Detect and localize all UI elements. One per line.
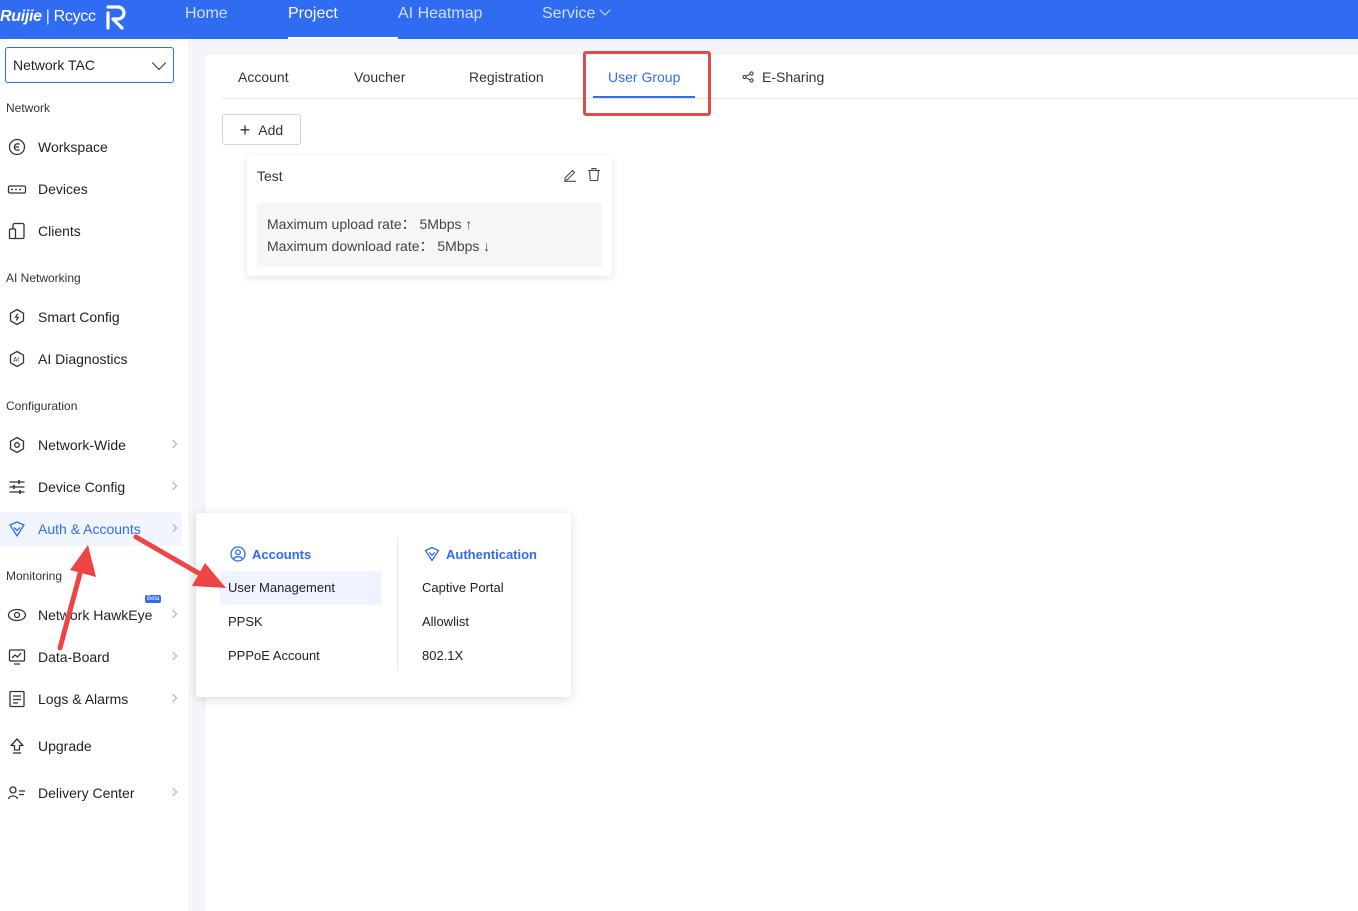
brand-name: Ruijie: [0, 8, 42, 25]
tab-bar: Account Voucher Registration User Group …: [222, 55, 1358, 99]
chevron-right-icon: [168, 609, 178, 619]
project-select-value: Network TAC: [13, 57, 95, 73]
menu-item-captive-portal[interactable]: Captive Portal: [414, 571, 554, 605]
chevron-right-icon: [168, 481, 178, 491]
auth-accounts-icon: [6, 518, 28, 540]
user-group-name: Test: [257, 168, 283, 184]
devices-icon: [6, 178, 28, 200]
brand-logo[interactable]: Ruijie | Rcycc: [0, 3, 128, 31]
clients-icon: [6, 220, 28, 242]
nav-ai-heatmap[interactable]: AI Heatmap: [398, 0, 542, 39]
device-config-icon: [6, 476, 28, 498]
edit-icon[interactable]: [563, 168, 577, 182]
ai-diagnostics-icon: AI: [6, 348, 28, 370]
add-button[interactable]: + Add: [222, 114, 301, 145]
chevron-right-icon: [168, 693, 178, 703]
section-configuration: Configuration: [6, 399, 78, 413]
accounts-heading: Accounts: [230, 546, 311, 562]
flyout-divider: [397, 537, 398, 671]
sidebar-item-logs-alarms[interactable]: Logs & Alarms: [0, 682, 182, 716]
menu-item-allowlist[interactable]: Allowlist: [414, 605, 554, 639]
download-rate: Maximum download rate： 5Mbps ↓: [267, 238, 491, 254]
hawkeye-icon: [6, 604, 28, 626]
nav-home[interactable]: Home: [185, 0, 288, 39]
top-nav: Home Project AI Heatmap Service: [185, 0, 632, 39]
user-group-card: Test Maximum upload rate： 5Mbps ↑ Maximu…: [247, 156, 612, 276]
menu-item-802-1x[interactable]: 802.1X: [414, 639, 554, 673]
section-ai-networking: AI Networking: [6, 271, 81, 285]
project-select[interactable]: Network TAC: [5, 47, 174, 83]
upgrade-icon: [6, 735, 28, 757]
network-wide-icon: [6, 434, 28, 456]
sidebar-item-network-hawkeye[interactable]: Network HawkEye Beta: [0, 595, 182, 632]
brand-mark-icon: [106, 5, 126, 30]
sidebar-item-auth-accounts[interactable]: Auth & Accounts: [0, 512, 182, 546]
logs-alarms-icon: [6, 688, 28, 710]
top-bar: Ruijie | Rcycc Home Project AI Heatmap S…: [0, 0, 1358, 39]
data-board-icon: [6, 646, 28, 668]
sidebar-item-devices[interactable]: Devices: [0, 172, 182, 206]
nav-service[interactable]: Service: [542, 0, 632, 39]
chevron-right-icon: [168, 787, 178, 797]
menu-item-user-management[interactable]: User Management: [220, 571, 381, 605]
sidebar-item-upgrade[interactable]: Upgrade: [0, 729, 182, 763]
sidebar-item-delivery-center[interactable]: Delivery Center: [0, 776, 182, 810]
rate-info: Maximum upload rate： 5Mbps ↑ Maximum dow…: [257, 203, 602, 267]
svg-text:AI: AI: [13, 357, 19, 364]
sidebar-item-smart-config[interactable]: Smart Config: [0, 300, 182, 334]
sidebar-item-device-config[interactable]: Device Config: [0, 470, 182, 504]
brand-separator: |: [45, 8, 50, 25]
tab-voucher[interactable]: Voucher: [354, 69, 405, 85]
user-circle-icon: [230, 546, 246, 562]
chevron-right-icon: [168, 523, 178, 533]
shield-icon: [424, 546, 440, 562]
sidebar-item-data-board[interactable]: Data-Board: [0, 640, 182, 674]
sidebar-item-clients[interactable]: Clients: [0, 214, 182, 248]
smart-config-icon: [6, 306, 28, 328]
delivery-center-icon: [6, 782, 28, 804]
menu-item-ppsk[interactable]: PPSK: [220, 605, 381, 639]
brand-product: Rcycc: [53, 8, 96, 25]
sidebar-item-workspace[interactable]: Workspace: [0, 130, 182, 164]
authentication-heading: Authentication: [424, 546, 537, 562]
menu-item-pppoe-account[interactable]: PPPoE Account: [220, 639, 381, 673]
plus-icon: +: [239, 119, 251, 140]
share-icon: [742, 71, 754, 83]
tab-account[interactable]: Account: [238, 69, 289, 85]
chevron-right-icon: [168, 439, 178, 449]
workspace-icon: [6, 136, 28, 158]
sidebar-item-ai-diagnostics[interactable]: AI AI Diagnostics: [0, 342, 182, 376]
upload-rate: Maximum upload rate： 5Mbps ↑: [267, 216, 473, 232]
annotation-highlight-box: [583, 51, 711, 116]
section-monitoring: Monitoring: [6, 569, 63, 583]
nav-project[interactable]: Project: [288, 0, 398, 39]
chevron-down-icon: [599, 4, 612, 16]
sidebar-item-network-wide[interactable]: Network-Wide: [0, 428, 182, 462]
section-network: Network: [6, 101, 51, 115]
auth-accounts-flyout: Accounts User Management PPSK PPPoE Acco…: [196, 513, 571, 697]
delete-icon[interactable]: [587, 167, 601, 182]
beta-badge: Beta: [145, 595, 162, 603]
tab-registration[interactable]: Registration: [469, 69, 544, 85]
chevron-down-icon: [151, 55, 167, 71]
tab-e-sharing[interactable]: E-Sharing: [742, 69, 824, 85]
chevron-right-icon: [168, 651, 178, 661]
